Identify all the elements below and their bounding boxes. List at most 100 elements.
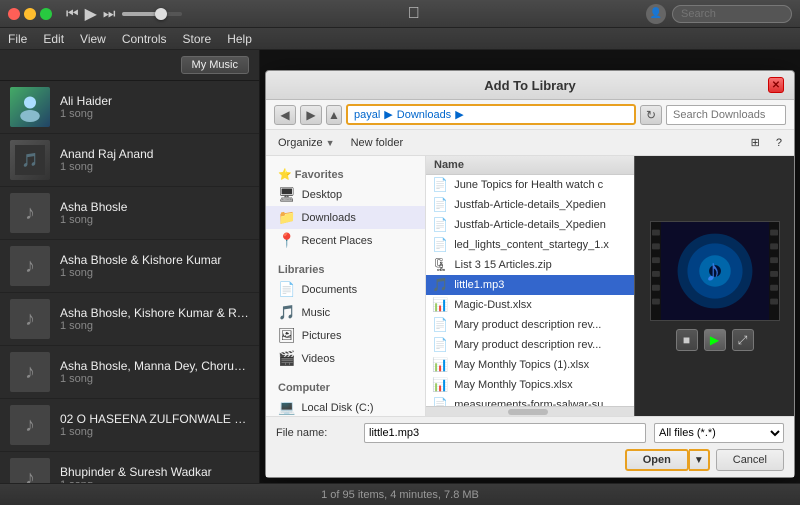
filename-input[interactable]	[364, 423, 646, 443]
artist-thumbnail: ♪	[10, 458, 50, 483]
file-item[interactable]: 📄measurements-form-salwar-su	[426, 395, 634, 406]
file-item[interactable]: 📊May Monthly Topics.xlsx	[426, 375, 634, 395]
user-icon[interactable]: 👤	[646, 4, 666, 24]
artist-thumbnail: ♪	[10, 405, 50, 445]
my-music-header: My Music	[0, 50, 259, 81]
menu-edit[interactable]: Edit	[43, 32, 64, 46]
breadcrumb-part-downloads[interactable]: Downloads	[397, 109, 451, 121]
menu-bar: File Edit View Controls Store Help	[0, 28, 800, 50]
refresh-button[interactable]: ↻	[640, 105, 662, 125]
list-item[interactable]: ♪ Bhupinder & Suresh Wadkar 1 song	[0, 452, 259, 483]
back-button[interactable]: ◀	[274, 105, 296, 125]
favorites-section-label: ⭐ Favorites	[266, 164, 425, 183]
file-item[interactable]: 📄Justfab-Article-details_Xpedien	[426, 215, 634, 235]
file-item[interactable]: 📄Mary product description rev...	[426, 335, 634, 355]
menu-store[interactable]: Store	[183, 32, 212, 46]
videos-icon: 🎬	[278, 350, 295, 367]
menu-file[interactable]: File	[8, 32, 27, 46]
volume-slider[interactable]	[122, 12, 182, 16]
search-input[interactable]	[672, 5, 792, 23]
file-item[interactable]: 📄June Topics for Health watch c	[426, 175, 634, 195]
file-item[interactable]: 📊Magic-Dust.xlsx	[426, 295, 634, 315]
forward-button[interactable]: ▶	[300, 105, 322, 125]
rewind-button[interactable]: ⏮	[66, 5, 79, 22]
artist-thumbnail: ♪	[10, 246, 50, 286]
filename-row: File name: All files (*.*)	[276, 423, 784, 443]
filetype-select[interactable]: All files (*.*)	[654, 423, 784, 443]
artist-info: Asha Bhosle, Manna Dey, Chorus, Moh... 1…	[60, 359, 249, 385]
file-item[interactable]: 🗜List 3 15 Articles.zip	[426, 255, 634, 275]
artist-thumbnail: 🎵	[10, 140, 50, 180]
file-icon: 📄	[432, 197, 448, 213]
file-icon: 📄	[432, 337, 448, 353]
artist-info: Ali Haider 1 song	[60, 94, 249, 120]
cancel-button[interactable]: Cancel	[716, 449, 784, 471]
artist-name: Ali Haider	[60, 94, 249, 108]
artist-name: 02 O HASEENA ZULFONWALE JANE	[60, 412, 249, 426]
sidebar-item-local-disk[interactable]: 💻 Local Disk (C:)	[266, 396, 425, 416]
sidebar-item-recent[interactable]: 📍 Recent Places	[266, 229, 425, 252]
open-button[interactable]: Open	[625, 449, 689, 471]
list-item[interactable]: ♪ 02 O HASEENA ZULFONWALE JANE 1 song	[0, 399, 259, 452]
artist-info: Asha Bhosle, Kishore Kumar & R.D. Bur...…	[60, 306, 249, 332]
horizontal-scrollbar[interactable]	[426, 406, 634, 416]
file-name: Justfab-Article-details_Xpedien	[454, 219, 606, 231]
sidebar-item-documents[interactable]: 📄 Documents	[266, 278, 425, 301]
file-name: Justfab-Article-details_Xpedien	[454, 199, 606, 211]
sidebar-item-videos[interactable]: 🎬 Videos	[266, 347, 425, 370]
file-name: Mary product description rev...	[454, 319, 601, 331]
list-item[interactable]: ♪ Asha Bhosle, Manna Dey, Chorus, Moh...…	[0, 346, 259, 399]
list-item[interactable]: ♪ Asha Bhosle & Kishore Kumar 1 song	[0, 240, 259, 293]
my-music-button[interactable]: My Music	[181, 56, 249, 74]
new-folder-button[interactable]: New folder	[347, 135, 408, 151]
artist-thumbnail: ♪	[10, 299, 50, 339]
list-item[interactable]: ♪ Asha Bhosle, Kishore Kumar & R.D. Bur.…	[0, 293, 259, 346]
list-item[interactable]: ♪ Asha Bhosle 1 song	[0, 187, 259, 240]
downloads-icon: 📁	[278, 209, 295, 226]
thumb-stop-button[interactable]: ■	[676, 329, 698, 351]
play-button[interactable]: ▶	[85, 4, 97, 24]
organize-button[interactable]: Organize ▼	[274, 135, 339, 151]
dialog-close-button[interactable]: ✕	[768, 77, 784, 93]
sidebar-item-music[interactable]: 🎵 Music	[266, 301, 425, 324]
file-list: 📄June Topics for Health watch c 📄 Justfab-…	[426, 175, 634, 406]
sidebar-item-desktop[interactable]: 🖥 Desktop	[266, 183, 425, 206]
file-icon: 📊	[432, 377, 448, 393]
menu-controls[interactable]: Controls	[122, 32, 167, 46]
bottom-bar: 1 of 95 items, 4 minutes, 7.8 MB	[0, 483, 800, 505]
thumbnail-preview: ♪	[650, 221, 780, 321]
open-dropdown-button[interactable]: ▼	[689, 449, 710, 471]
help-button[interactable]: ?	[772, 135, 786, 151]
view-button[interactable]: ⊞	[747, 134, 764, 151]
file-item[interactable]: 📄 Justfab-Article-details_Xpedien	[426, 195, 634, 215]
section-sep2	[266, 370, 425, 378]
local-disk-icon: 💻	[278, 399, 295, 416]
file-search-input[interactable]	[666, 105, 786, 125]
menu-view[interactable]: View	[80, 32, 106, 46]
list-item[interactable]: Ali Haider 1 song	[0, 81, 259, 134]
artist-info: Bhupinder & Suresh Wadkar 1 song	[60, 465, 249, 483]
minimize-button[interactable]	[24, 8, 36, 20]
file-item[interactable]: 🎵little1.mp3	[426, 275, 634, 295]
close-button[interactable]	[8, 8, 20, 20]
file-name: led_lights_content_startegy_1.x	[454, 239, 609, 251]
artist-songs: 1 song	[60, 320, 249, 332]
thumb-expand-button[interactable]: ⤢	[732, 329, 754, 351]
thumb-play-button[interactable]: ▶	[704, 329, 726, 351]
artist-songs: 1 song	[60, 214, 249, 226]
forward-button[interactable]: ⏭	[103, 5, 116, 22]
breadcrumb-separator: ▶	[384, 108, 392, 121]
up-button[interactable]: ▲	[326, 105, 342, 125]
music-icon: 🎵	[278, 304, 295, 321]
menu-help[interactable]: Help	[227, 32, 252, 46]
file-item[interactable]: 📄Mary product description rev...	[426, 315, 634, 335]
file-item[interactable]: 📄led_lights_content_startegy_1.x	[426, 235, 634, 255]
breadcrumb-part-payal[interactable]: payal	[354, 109, 380, 121]
file-icon: 📄	[432, 397, 448, 406]
list-item[interactable]: 🎵 Anand Raj Anand 1 song	[0, 134, 259, 187]
maximize-button[interactable]	[40, 8, 52, 20]
sidebar-item-downloads[interactable]: 📁 Downloads	[266, 206, 425, 229]
file-item[interactable]: 📊May Monthly Topics (1).xlsx	[426, 355, 634, 375]
sidebar-item-pictures[interactable]: 🖼 Pictures	[266, 324, 425, 347]
apple-logo: 	[188, 5, 640, 23]
